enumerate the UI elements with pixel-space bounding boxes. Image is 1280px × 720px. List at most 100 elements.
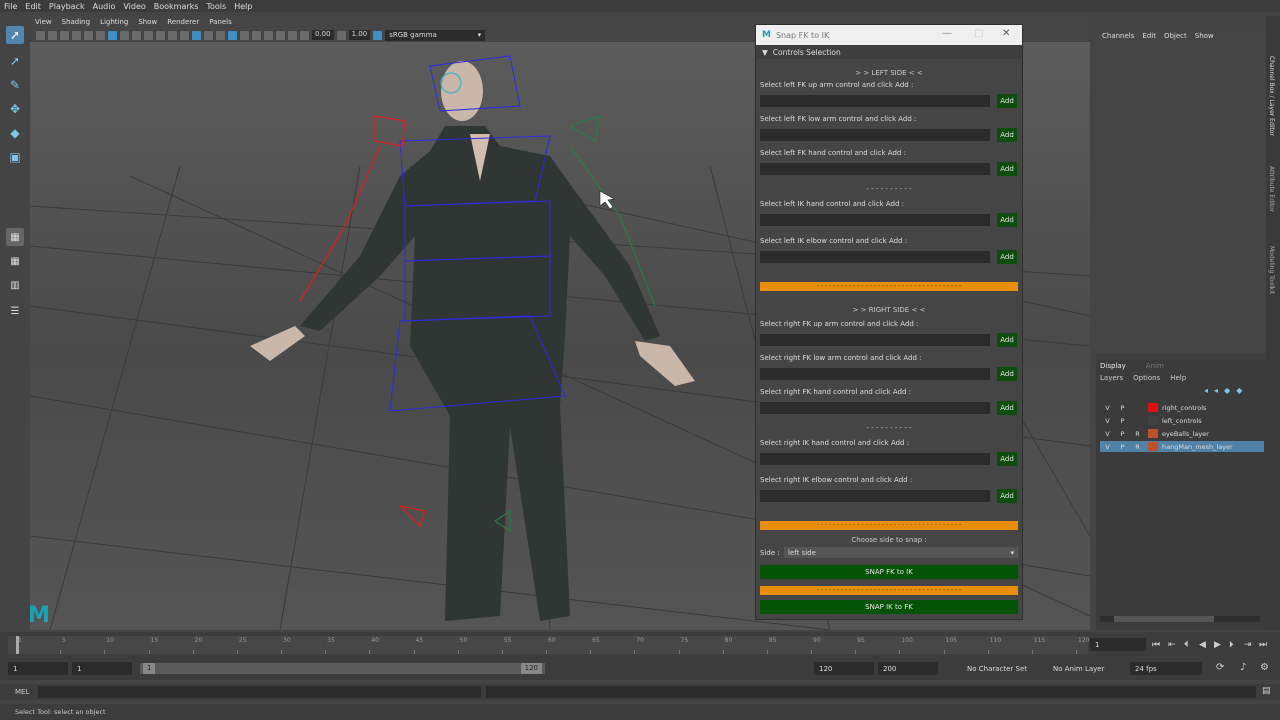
side-dropdown[interactable]: left side ▾ (784, 547, 1018, 558)
move-layer-down-icon[interactable]: ◂ (1214, 386, 1218, 395)
playback-toggle[interactable]: P (1115, 443, 1130, 451)
visibility-toggle[interactable]: V (1100, 404, 1115, 412)
time-slider-track[interactable]: 1 5 10 15 20 25 30 35 40 45 50 55 60 65 70 75 80 85 90 95 10… (8, 636, 1089, 654)
mel-label[interactable]: MEL (15, 688, 29, 696)
gamma-icon[interactable] (336, 30, 346, 40)
add-right-ik-elbow-button[interactable]: Add (997, 489, 1017, 503)
layers-menu[interactable]: Layers (1100, 374, 1123, 382)
grid-icon[interactable] (84, 30, 93, 40)
lights-icon[interactable] (204, 30, 213, 40)
rotate-tool-icon[interactable]: ◆ (6, 124, 24, 142)
textured-icon[interactable] (192, 30, 201, 40)
layer-color-swatch[interactable] (1148, 403, 1158, 412)
resolution-gate-icon[interactable] (108, 30, 117, 40)
anim-start-field[interactable]: 1 (72, 662, 132, 675)
layer-row[interactable]: V P ReyeBalls_layer (1100, 428, 1264, 439)
exposure-field[interactable]: 0.00 (312, 30, 334, 40)
add-left-fk-low-arm-button[interactable]: Add (997, 128, 1017, 142)
scrollbar-thumb[interactable] (1114, 616, 1214, 622)
ao-icon[interactable] (264, 30, 273, 40)
vp-menu-shading[interactable]: Shading (57, 18, 95, 26)
controls-selection-header[interactable]: ▼ Controls Selection (756, 45, 1022, 59)
step-forward-frame-icon[interactable]: ⏵ (1229, 640, 1234, 650)
time-slider[interactable]: 1 5 10 15 20 25 30 35 40 45 50 55 60 65 70 75 80 85 90 95 10… (0, 632, 1280, 658)
right-fk-up-arm-field[interactable] (760, 334, 990, 346)
color-space-dropdown[interactable]: sRGB gamma ▾ (385, 29, 486, 41)
minimize-icon[interactable]: — (942, 28, 952, 39)
add-left-ik-elbow-button[interactable]: Add (997, 250, 1017, 264)
left-ik-hand-field[interactable] (760, 214, 990, 226)
visibility-toggle[interactable]: V (1100, 417, 1115, 425)
menu-edit[interactable]: Edit (21, 2, 45, 11)
go-to-end-icon[interactable]: ⏭ (1259, 640, 1267, 650)
layer-color-swatch[interactable] (1148, 442, 1158, 451)
step-forward-key-icon[interactable]: ⇥ (1244, 640, 1252, 650)
right-fk-low-arm-field[interactable] (760, 368, 990, 380)
single-view-icon[interactable]: ▦ (6, 228, 24, 246)
right-ik-hand-field[interactable] (760, 453, 990, 465)
character-model[interactable] (250, 61, 695, 621)
field-chart-icon[interactable] (132, 30, 141, 40)
menu-tools[interactable]: Tools (202, 2, 230, 11)
safe-action-icon[interactable] (144, 30, 153, 40)
left-ik-elbow-field[interactable] (760, 251, 990, 263)
isolate-icon[interactable] (228, 30, 237, 40)
reference-toggle[interactable]: R (1130, 443, 1145, 451)
edit-menu[interactable]: Edit (1142, 32, 1156, 40)
exposure-icon[interactable] (300, 30, 309, 40)
visibility-toggle[interactable]: V (1100, 443, 1115, 451)
play-backward-icon[interactable]: ◀ (1199, 640, 1206, 650)
menu-audio[interactable]: Audio (89, 2, 120, 11)
go-to-start-icon[interactable]: ⏮ (1152, 640, 1160, 650)
right-fk-hand-field[interactable] (760, 402, 990, 414)
layer-color-swatch[interactable] (1148, 416, 1158, 425)
options-menu[interactable]: Options (1133, 374, 1160, 382)
reference-toggle[interactable]: R (1130, 430, 1145, 438)
add-right-ik-hand-button[interactable]: Add (997, 452, 1017, 466)
safe-title-icon[interactable] (156, 30, 165, 40)
add-right-fk-low-arm-button[interactable]: Add (997, 367, 1017, 381)
two-view-icon[interactable]: ▥ (6, 276, 24, 294)
menu-file[interactable]: File (0, 2, 21, 11)
menu-help[interactable]: Help (230, 2, 256, 11)
left-fk-hand-field[interactable] (760, 163, 990, 175)
tab-modeling-toolkit[interactable]: Modeling Toolkit (1268, 246, 1275, 294)
add-left-ik-hand-button[interactable]: Add (997, 213, 1017, 227)
paint-select-icon[interactable]: ✎ (6, 76, 24, 94)
tab-channel-box[interactable]: Channel Box / Layer Editor (1268, 56, 1275, 136)
character-set-dropdown[interactable]: No Character Set (962, 662, 1042, 675)
vp-menu-view[interactable]: View (30, 18, 57, 26)
vp-menu-panels[interactable]: Panels (204, 18, 237, 26)
layer-row[interactable]: V Pright_controls (1100, 402, 1264, 413)
left-fk-low-arm-field[interactable] (760, 129, 990, 141)
tab-display[interactable]: Display (1100, 362, 1126, 370)
play-forward-icon[interactable]: ▶ (1214, 640, 1221, 650)
tab-attribute-editor[interactable]: Attribute Editor (1268, 166, 1275, 212)
add-left-fk-hand-button[interactable]: Add (997, 162, 1017, 176)
snap-ik-to-fk-button[interactable]: SNAP IK to FK (760, 600, 1018, 614)
image-plane-icon[interactable] (72, 30, 81, 40)
layer-color-swatch[interactable] (1148, 429, 1158, 438)
scale-tool-icon[interactable]: ▣ (6, 148, 24, 166)
tab-anim[interactable]: Anim (1146, 362, 1164, 370)
layer-row[interactable]: V P RhangMan_mesh_layer (1100, 441, 1264, 452)
start-time-field[interactable]: 1 (8, 662, 68, 675)
camera-attr-icon[interactable] (48, 30, 57, 40)
layer-scrollbar[interactable] (1100, 616, 1260, 622)
menu-video[interactable]: Video (119, 2, 149, 11)
close-icon[interactable]: ✕ (1002, 28, 1010, 39)
layer-row[interactable]: V Pleft_controls (1100, 415, 1264, 426)
snap-fk-to-ik-button[interactable]: SNAP FK to IK (760, 565, 1018, 579)
gate-mask-icon[interactable] (120, 30, 129, 40)
add-left-fk-up-arm-button[interactable]: Add (997, 94, 1017, 108)
lasso-tool-icon[interactable]: ➚ (6, 52, 24, 70)
shadows-icon[interactable] (216, 30, 225, 40)
aa-icon[interactable] (276, 30, 285, 40)
film-gate-icon[interactable] (96, 30, 105, 40)
left-fk-up-arm-field[interactable] (760, 95, 990, 107)
vp-menu-renderer[interactable]: Renderer (162, 18, 204, 26)
xray-joints-icon[interactable] (252, 30, 261, 40)
bookmark-icon[interactable] (60, 30, 69, 40)
dof-icon[interactable] (288, 30, 297, 40)
range-end-handle[interactable]: 120 (520, 663, 542, 674)
